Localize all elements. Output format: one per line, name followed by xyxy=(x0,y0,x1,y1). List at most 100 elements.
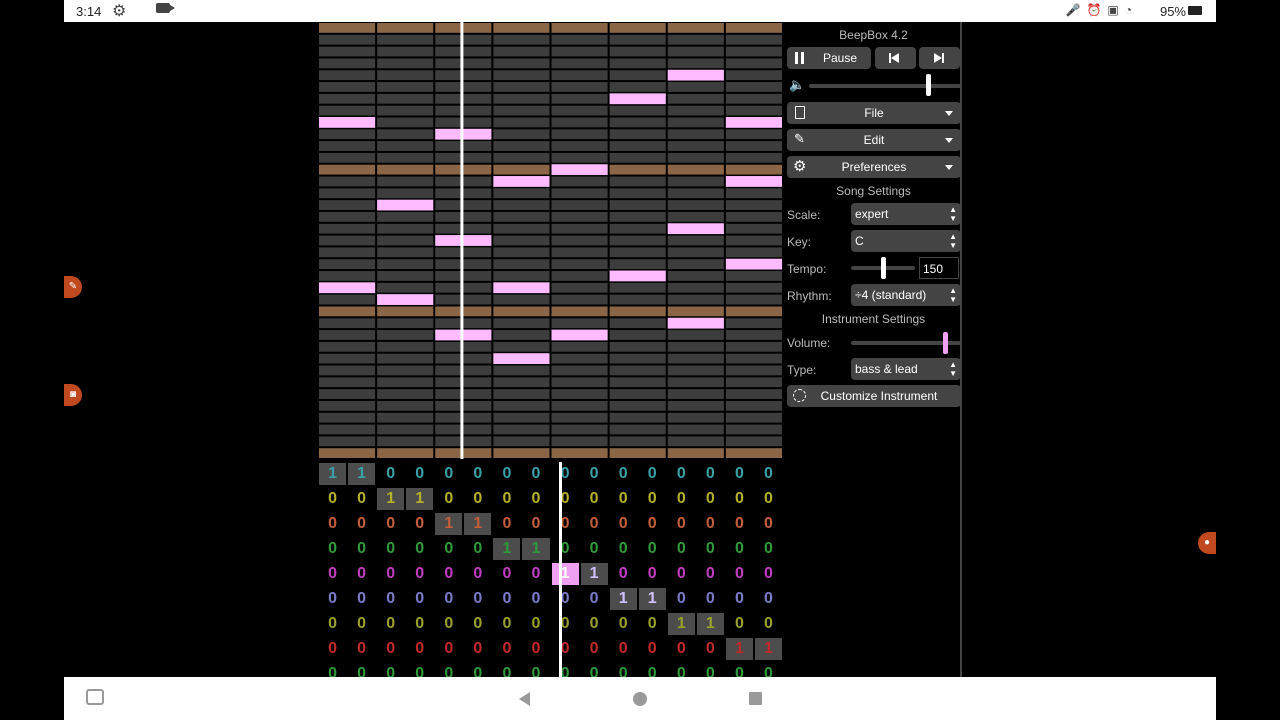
scale-select[interactable]: expert ▲ ▼ xyxy=(851,203,961,225)
piano-roll-cell[interactable] xyxy=(377,412,434,423)
piano-roll-cell[interactable] xyxy=(319,400,376,411)
pattern-cell[interactable]: 0 xyxy=(377,588,404,610)
pattern-cell[interactable]: 0 xyxy=(493,513,520,535)
piano-roll-cell[interactable] xyxy=(493,141,550,151)
pattern-cell[interactable]: 0 xyxy=(668,563,695,585)
pattern-cell[interactable]: 0 xyxy=(319,563,346,585)
note[interactable] xyxy=(609,93,666,105)
pencil-icon[interactable]: ✎ xyxy=(64,276,82,298)
piano-roll-cell[interactable] xyxy=(319,141,376,151)
piano-roll-cell[interactable] xyxy=(551,176,608,187)
piano-roll-cell[interactable] xyxy=(319,105,376,116)
piano-roll-cell[interactable] xyxy=(493,105,550,116)
piano-roll-cell[interactable] xyxy=(609,377,666,388)
piano-roll-cell[interactable] xyxy=(493,247,550,258)
pattern-cell[interactable]: 0 xyxy=(581,488,608,510)
piano-roll-cell[interactable] xyxy=(725,211,782,222)
pattern-cell[interactable]: 0 xyxy=(755,463,782,485)
pattern-cell[interactable]: 1 xyxy=(406,488,434,510)
piano-roll-cell[interactable] xyxy=(725,152,782,163)
pattern-cell[interactable]: 0 xyxy=(726,488,753,510)
piano-roll-cell[interactable] xyxy=(667,141,724,151)
instrument-volume-thumb[interactable] xyxy=(942,332,948,354)
piano-roll-cell[interactable] xyxy=(319,235,376,246)
piano-roll-cell[interactable] xyxy=(667,117,724,128)
pattern-cell[interactable]: 0 xyxy=(464,563,491,585)
pattern-cell[interactable]: 0 xyxy=(610,538,637,560)
pattern-cell[interactable]: 0 xyxy=(552,488,579,510)
pattern-cell[interactable]: 0 xyxy=(348,613,375,635)
piano-roll-cell[interactable] xyxy=(551,211,608,222)
piano-roll-cell[interactable] xyxy=(319,330,376,340)
pattern-cell[interactable]: 0 xyxy=(697,563,724,585)
piano-roll-cell[interactable] xyxy=(667,294,724,305)
piano-roll-cell[interactable] xyxy=(319,223,376,234)
pattern-cell[interactable]: 0 xyxy=(697,638,724,660)
pattern-cell[interactable]: 0 xyxy=(319,538,346,560)
piano-roll-cell[interactable] xyxy=(667,247,724,258)
piano-roll-cell[interactable] xyxy=(551,365,608,376)
pattern-cell[interactable]: 0 xyxy=(435,488,462,510)
piano-roll-cell[interactable] xyxy=(551,318,608,329)
pattern-cell[interactable]: 0 xyxy=(668,663,695,677)
piano-roll-cell[interactable] xyxy=(609,188,666,199)
pattern-cell[interactable]: 0 xyxy=(319,663,346,677)
pattern-cell[interactable]: 0 xyxy=(522,663,549,677)
piano-roll-cell[interactable] xyxy=(667,34,724,45)
piano-roll-cell[interactable] xyxy=(667,448,724,458)
pattern-cell[interactable]: 0 xyxy=(639,663,666,677)
pattern-cell[interactable]: 0 xyxy=(493,563,520,585)
piano-roll-cell[interactable] xyxy=(319,341,376,352)
piano-roll-cell[interactable] xyxy=(609,341,666,352)
pattern-cell[interactable]: 1 xyxy=(435,513,463,535)
piano-roll-cell[interactable] xyxy=(609,141,666,151)
piano-roll-cell[interactable] xyxy=(493,412,550,423)
pattern-cell[interactable]: 0 xyxy=(464,538,491,560)
pattern-cell[interactable]: 0 xyxy=(697,538,724,560)
piano-roll-cell[interactable] xyxy=(377,306,434,317)
note[interactable] xyxy=(319,282,376,294)
note[interactable] xyxy=(493,353,550,365)
pattern-cell[interactable]: 0 xyxy=(522,463,549,485)
pattern-cell[interactable]: 1 xyxy=(348,463,376,485)
master-volume-slider[interactable] xyxy=(809,84,961,88)
pattern-cell[interactable]: 0 xyxy=(319,488,346,510)
piano-roll-cell[interactable] xyxy=(609,46,666,57)
note[interactable] xyxy=(493,176,550,187)
piano-roll-cell[interactable] xyxy=(493,341,550,352)
pattern-cell[interactable]: 0 xyxy=(639,488,666,510)
piano-roll-cell[interactable] xyxy=(493,400,550,411)
piano-roll-cell[interactable] xyxy=(609,176,666,187)
piano-roll-cell[interactable] xyxy=(725,141,782,151)
pattern-cell[interactable]: 0 xyxy=(493,663,520,677)
piano-roll-cell[interactable] xyxy=(551,23,608,33)
pattern-cell[interactable]: 0 xyxy=(522,563,549,585)
piano-roll-cell[interactable] xyxy=(319,377,376,388)
pattern-cell[interactable]: 0 xyxy=(610,563,637,585)
launcher-icon[interactable] xyxy=(86,689,104,705)
master-volume-thumb[interactable] xyxy=(925,74,931,96)
piano-roll-cell[interactable] xyxy=(609,211,666,222)
pattern-cell[interactable]: 0 xyxy=(522,638,549,660)
pattern-cell[interactable]: 0 xyxy=(377,563,404,585)
pattern-cell[interactable]: 0 xyxy=(493,638,520,660)
piano-roll-cell[interactable] xyxy=(551,400,608,411)
pattern-cell[interactable]: 1 xyxy=(464,513,492,535)
piano-roll-cell[interactable] xyxy=(377,341,434,352)
piano-roll-cell[interactable] xyxy=(493,46,550,57)
pattern-cell[interactable]: 0 xyxy=(610,513,637,535)
pattern-cell[interactable]: 0 xyxy=(377,463,404,485)
piano-roll-cell[interactable] xyxy=(609,353,666,364)
pattern-cell[interactable]: 0 xyxy=(610,663,637,677)
pattern-cell[interactable]: 0 xyxy=(522,513,549,535)
pattern-cell[interactable]: 0 xyxy=(319,513,346,535)
piano-roll-cell[interactable] xyxy=(725,129,782,140)
piano-roll-cell[interactable] xyxy=(725,318,782,329)
tempo-thumb[interactable] xyxy=(881,257,886,279)
piano-roll-cell[interactable] xyxy=(667,176,724,187)
pattern-cell[interactable]: 0 xyxy=(377,638,404,660)
piano-roll-cell[interactable] xyxy=(377,129,434,140)
piano-roll-cell[interactable] xyxy=(493,365,550,376)
piano-roll-cell[interactable] xyxy=(609,235,666,246)
piano-roll-cell[interactable] xyxy=(551,306,608,317)
